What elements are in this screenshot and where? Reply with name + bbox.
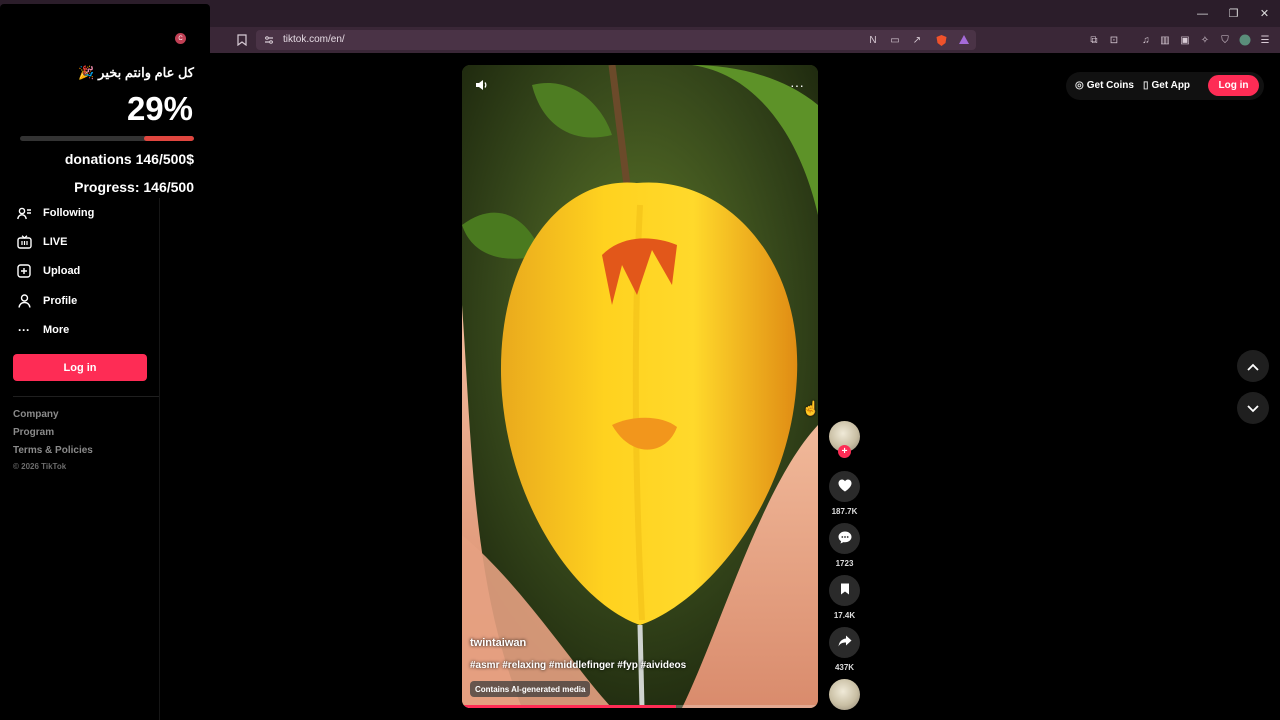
- header-login-button[interactable]: Log in: [1208, 75, 1259, 96]
- chevron-up-icon: [1247, 358, 1259, 374]
- get-coins-label: Get Coins: [1086, 80, 1134, 91]
- sidebar-item-label: More: [43, 324, 70, 336]
- sound-avatar[interactable]: [829, 679, 860, 710]
- donation-heading: كل عام وانتم بخير 🎉: [78, 65, 194, 80]
- sidebar-item-live[interactable]: LIVE: [16, 232, 67, 252]
- live-icon: [16, 234, 32, 250]
- bookmark-icon[interactable]: [235, 33, 249, 47]
- window-controls: — ❐ ✕: [1187, 0, 1280, 27]
- comment-count: 1723: [835, 559, 854, 568]
- get-coins-button[interactable]: ◎ Get Coins: [1075, 80, 1134, 91]
- phone-icon: ▯: [1143, 80, 1149, 91]
- sidebar-item-following[interactable]: Following: [16, 203, 94, 223]
- more-options-icon[interactable]: ···: [790, 77, 804, 93]
- menu-icon[interactable]: ☰: [1258, 33, 1272, 47]
- more-icon: ···: [18, 323, 30, 337]
- site-info-icon[interactable]: [262, 33, 276, 47]
- footer-link-company[interactable]: Company: [13, 409, 59, 420]
- donation-logo-icon: C: [175, 33, 186, 44]
- profile-icon: [16, 293, 32, 309]
- copyright-text: © 2026 TikTok: [13, 462, 67, 471]
- hand-cursor-icon: ☝: [802, 400, 820, 416]
- upload-icon: [16, 263, 32, 279]
- share-count: 437K: [834, 663, 855, 672]
- video-progress-fill: [462, 705, 676, 708]
- media-icon[interactable]: ♫: [1139, 33, 1153, 47]
- tab-search-icon[interactable]: ⊡: [1107, 33, 1121, 47]
- minimize-button[interactable]: —: [1187, 0, 1218, 27]
- bookmark-save-icon: [840, 583, 850, 598]
- share-arrow-icon: [838, 635, 852, 650]
- get-app-button[interactable]: ▯ Get App: [1143, 80, 1190, 91]
- leo-ai-icon[interactable]: ✧: [1198, 33, 1212, 47]
- donation-progress-bar: [20, 136, 194, 141]
- sidebar-item-more[interactable]: ··· More: [16, 320, 69, 340]
- video-progress-bar[interactable]: [462, 705, 818, 708]
- follow-plus-icon[interactable]: +: [838, 445, 851, 458]
- video-username[interactable]: twintaiwan: [470, 637, 526, 649]
- like-count: 187.7K: [831, 507, 858, 516]
- next-video-button[interactable]: [1237, 392, 1269, 424]
- wallet-icon[interactable]: ▣: [1178, 33, 1192, 47]
- donation-overlay: C كل عام وانتم بخير 🎉 29% donations 146/…: [0, 4, 210, 198]
- sidebar-item-label: Profile: [43, 295, 78, 307]
- sidebar-login-button[interactable]: Log in: [13, 354, 147, 381]
- sidebar-item-upload[interactable]: Upload: [16, 261, 80, 281]
- sidebar-item-label: LIVE: [43, 236, 68, 248]
- comment-button[interactable]: [829, 523, 860, 554]
- url-text[interactable]: tiktok.com/en/: [283, 34, 345, 45]
- comment-icon: [838, 531, 852, 547]
- translate-icon[interactable]: N: [866, 33, 880, 47]
- donation-percent: 29%: [126, 90, 193, 127]
- video-player[interactable]: ··· twintaiwan #asmr #relaxing #middlefi…: [462, 65, 818, 708]
- video-hashtags[interactable]: #asmr #relaxing #middlefinger #fyp #aivi…: [470, 660, 686, 671]
- following-icon: [16, 205, 32, 221]
- get-app-label: Get App: [1151, 80, 1191, 91]
- footer-link-terms[interactable]: Terms & Policies: [13, 445, 93, 456]
- heart-icon: [838, 479, 852, 495]
- chevron-down-icon: [1247, 400, 1259, 416]
- footer-link-program[interactable]: Program: [13, 427, 54, 438]
- profile-avatar-icon[interactable]: [1238, 33, 1252, 47]
- previous-video-button[interactable]: [1237, 350, 1269, 382]
- save-button[interactable]: [829, 575, 860, 606]
- save-count: 17.4K: [833, 611, 856, 620]
- like-button[interactable]: [829, 471, 860, 502]
- video-frame: [462, 65, 818, 708]
- donation-progress-text: Progress: 146/500: [74, 179, 194, 195]
- donation-amount: donations 146/500$: [64, 151, 194, 167]
- sidebar-divider: [13, 396, 159, 397]
- share-page-icon[interactable]: ↗: [910, 33, 924, 47]
- cast-icon[interactable]: ▭: [888, 33, 902, 47]
- brave-rewards-icon[interactable]: [957, 33, 971, 47]
- donation-progress-fill: [143, 136, 194, 141]
- restore-button[interactable]: ❐: [1218, 0, 1249, 27]
- ai-generated-badge: Contains AI-generated media: [470, 681, 591, 697]
- brave-shield-icon[interactable]: [934, 33, 948, 47]
- share-button[interactable]: [829, 627, 860, 658]
- sidebar-item-profile[interactable]: Profile: [16, 291, 77, 311]
- sidebar-item-label: Upload: [43, 265, 81, 277]
- sidebar-item-label: Following: [43, 207, 95, 219]
- vpn-icon[interactable]: ⛉: [1218, 33, 1232, 47]
- coin-icon: ◎: [1075, 80, 1084, 91]
- sidebar-toggle-icon[interactable]: ▥: [1158, 33, 1172, 47]
- close-button[interactable]: ✕: [1249, 0, 1280, 27]
- extensions-icon[interactable]: ⧉: [1087, 33, 1101, 47]
